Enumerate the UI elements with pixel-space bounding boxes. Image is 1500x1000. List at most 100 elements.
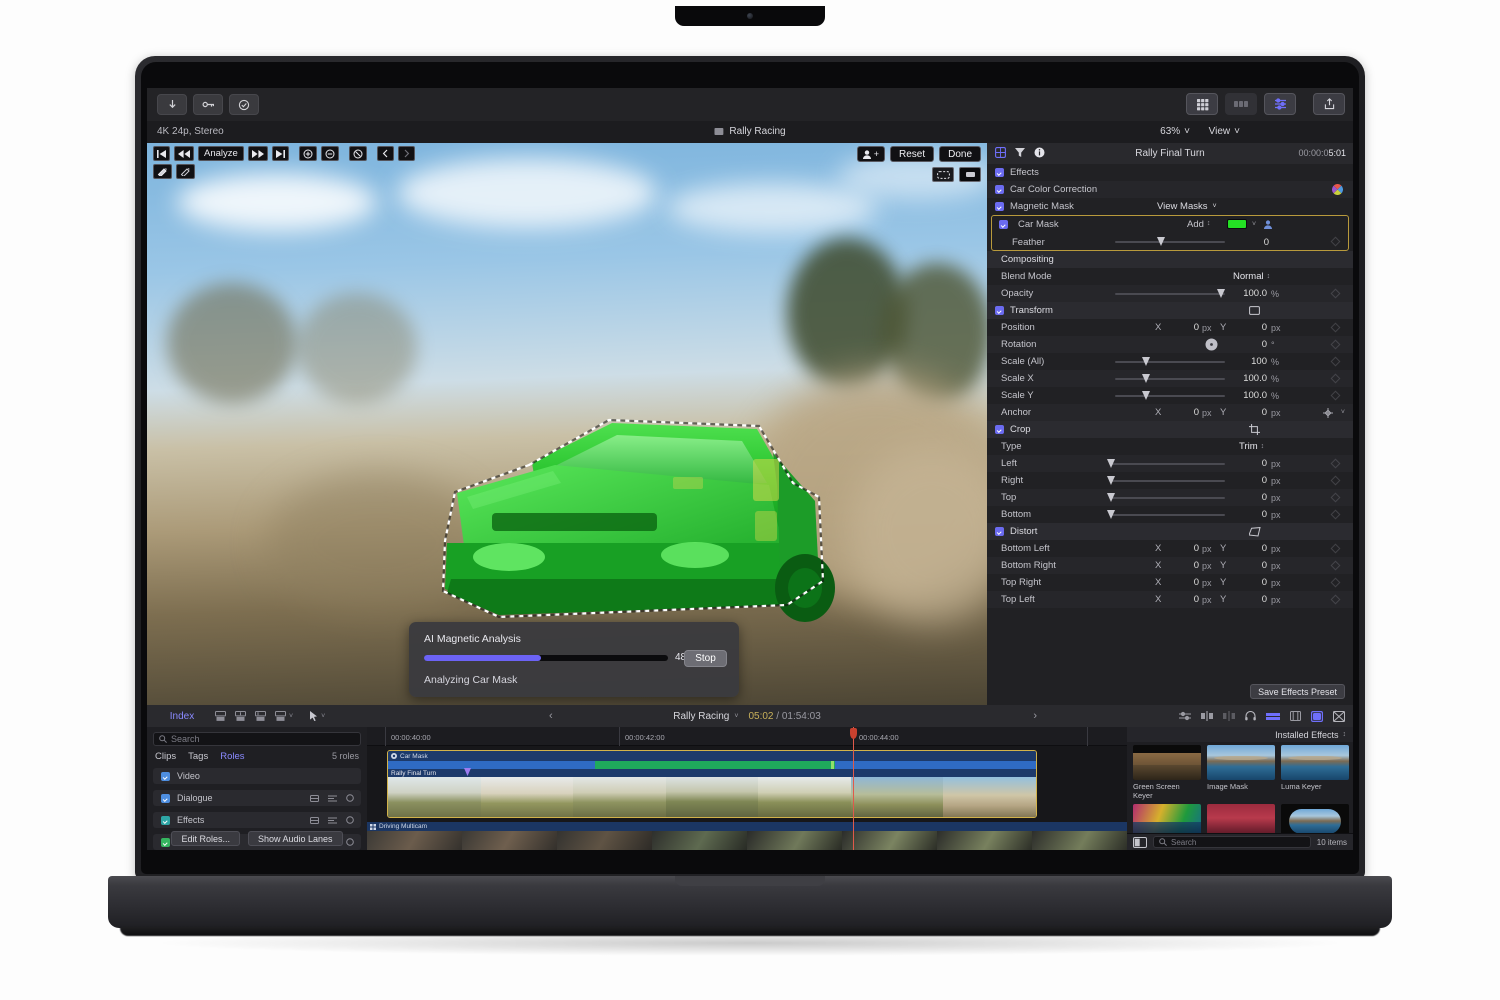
distort-bl-x[interactable]: 0: [1163, 543, 1199, 554]
crop-left-slider-track[interactable]: [1111, 463, 1225, 465]
effects-search-input[interactable]: Search: [1153, 836, 1311, 848]
distort-top-right-row[interactable]: Top Right X 0 px Y 0 px: [987, 574, 1353, 591]
step-backward-button[interactable]: [174, 146, 194, 161]
scale-x-value[interactable]: 100.0: [1223, 373, 1267, 384]
add-to-mask-button[interactable]: [298, 146, 317, 161]
car-mask-color-swatch[interactable]: [1227, 219, 1247, 229]
add-brush-tool-button[interactable]: [153, 164, 172, 179]
audio-meters-icon[interactable]: [1266, 712, 1280, 720]
keyword-editor-button[interactable]: [193, 94, 223, 115]
position-y-value[interactable]: 0: [1227, 322, 1267, 333]
previous-mask-button[interactable]: [376, 146, 394, 161]
scale-y-value[interactable]: 100.0: [1223, 390, 1267, 401]
car-mask-row[interactable]: Car Mask Add ↕ ˅: [987, 215, 1353, 233]
role-row-video[interactable]: Video: [153, 768, 361, 784]
keyframe-button[interactable]: [1330, 390, 1341, 401]
minimize-lane-icon[interactable]: [310, 816, 319, 824]
transform-checkbox[interactable]: [995, 306, 1004, 315]
color-wheel-icon[interactable]: [1332, 184, 1343, 195]
done-mask-button[interactable]: Done: [939, 146, 981, 162]
role-checkbox-dialogue[interactable]: [161, 793, 170, 803]
show-mask-overlay-button[interactable]: [932, 167, 954, 182]
effect-item[interactable]: Image Mask: [1207, 745, 1275, 800]
rotation-dial[interactable]: [1205, 338, 1218, 351]
color-correction-checkbox[interactable]: [995, 185, 1004, 194]
add-subject-button[interactable]: +: [856, 146, 885, 162]
index-search-input[interactable]: Search: [153, 732, 361, 746]
rotation-row[interactable]: Rotation 0 °: [987, 336, 1353, 353]
connect-clip-icon[interactable]: [255, 711, 266, 721]
scale-y-slider-track[interactable]: [1115, 395, 1225, 397]
crop-top-slider-track[interactable]: [1111, 497, 1225, 499]
sidebar-toggle-icon[interactable]: [1133, 836, 1147, 848]
keyframe-button[interactable]: [1330, 577, 1341, 588]
magnetic-mask-row[interactable]: Magnetic Mask View Masks ˅: [987, 198, 1353, 215]
anchor-y-value[interactable]: 0: [1227, 407, 1267, 418]
opacity-row[interactable]: Opacity 100.0 %: [987, 285, 1353, 302]
effects-checkbox[interactable]: [995, 168, 1004, 177]
car-mask-checkbox[interactable]: [999, 219, 1008, 229]
keyframe-button[interactable]: [1330, 373, 1341, 384]
crop-right-value[interactable]: 0: [1227, 475, 1267, 486]
solo-lane-icon[interactable]: [346, 816, 354, 824]
effects-browser-icon[interactable]: [1311, 710, 1323, 722]
crop-bottom-value[interactable]: 0: [1227, 509, 1267, 520]
crop-top-value[interactable]: 0: [1227, 492, 1267, 503]
share-button[interactable]: [1313, 93, 1345, 115]
timeline-project-menu[interactable]: Rally Racing ˅: [673, 711, 738, 722]
reset-mask-button[interactable]: Reset: [889, 146, 935, 162]
role-row-effects[interactable]: Effects: [153, 812, 361, 828]
timeline-clip-driving-multicam[interactable]: Driving Multicam: [367, 822, 1127, 850]
analyze-button[interactable]: Analyze: [198, 146, 244, 161]
scale-all-slider-track[interactable]: [1115, 361, 1225, 363]
effects-category-menu[interactable]: Installed Effects ↕: [1127, 727, 1353, 742]
distort-checkbox[interactable]: [995, 527, 1004, 536]
opacity-slider-track[interactable]: [1115, 293, 1225, 295]
effects-filter-icon[interactable]: [1015, 147, 1025, 158]
subtract-from-mask-button[interactable]: [320, 146, 339, 161]
edit-roles-button[interactable]: Edit Roles...: [171, 831, 240, 846]
mask-subject-icon[interactable]: [1264, 219, 1272, 229]
blend-mode-row[interactable]: Blend Mode Normal ↕: [987, 268, 1353, 285]
distort-top-left-row[interactable]: Top Left X 0 px Y 0 px: [987, 591, 1353, 608]
insert-clip-icon[interactable]: [235, 711, 246, 721]
playhead-knob[interactable]: [850, 728, 857, 739]
transform-onscreen-controls-icon[interactable]: [1249, 306, 1260, 315]
transform-section-header[interactable]: Transform: [987, 302, 1353, 319]
crop-bottom-slider-track[interactable]: [1111, 514, 1225, 516]
keyframe-button[interactable]: [1330, 492, 1341, 503]
view-masks-menu[interactable]: View Masks ˅: [1157, 201, 1217, 212]
position-row[interactable]: Position X 0 px Y 0 px: [987, 319, 1353, 336]
keyframe-button[interactable]: [1330, 356, 1341, 367]
clear-mask-button[interactable]: [348, 146, 367, 161]
tab-tags[interactable]: Tags: [188, 751, 208, 762]
timeline-ruler[interactable]: 00:00:40:00 00:00:42:00 00:00:44:00: [367, 727, 1127, 746]
role-checkbox-video[interactable]: [161, 771, 170, 781]
car-mask-effect-banner[interactable]: Car Mask: [388, 751, 1036, 761]
next-mask-button[interactable]: [397, 146, 415, 161]
crop-section-header[interactable]: Crop: [987, 421, 1353, 438]
crop-type-menu[interactable]: Trim ↕: [1239, 441, 1264, 452]
timeline-playhead[interactable]: [850, 727, 857, 850]
distort-tl-y[interactable]: 0: [1227, 594, 1267, 605]
align-edit-icon[interactable]: [1223, 711, 1235, 721]
timeline-history-forward-button[interactable]: ›: [1033, 710, 1037, 722]
keyframe-button[interactable]: [1330, 458, 1341, 469]
distort-bottom-left-row[interactable]: Bottom Left X 0 px Y 0 px: [987, 540, 1353, 557]
tab-clips[interactable]: Clips: [155, 751, 176, 762]
keyframe-button[interactable]: [1330, 594, 1341, 605]
distort-tr-x[interactable]: 0: [1163, 577, 1199, 588]
save-effects-preset-button[interactable]: Save Effects Preset: [1250, 684, 1345, 699]
opacity-value[interactable]: 100.0: [1225, 288, 1267, 299]
crop-left-row[interactable]: Left 0 px: [987, 455, 1353, 472]
effects-section-header[interactable]: Effects: [987, 164, 1353, 181]
keyframe-button[interactable]: [1330, 560, 1341, 571]
feather-slider-track[interactable]: [1115, 241, 1225, 243]
crop-checkbox[interactable]: [995, 425, 1004, 434]
distort-tr-y[interactable]: 0: [1227, 577, 1267, 588]
anchor-x-value[interactable]: 0: [1163, 407, 1199, 418]
rotation-value[interactable]: 0: [1227, 339, 1267, 350]
trim-edit-icon[interactable]: [1201, 711, 1213, 721]
go-to-end-button[interactable]: [271, 146, 289, 161]
focus-lane-icon[interactable]: [328, 795, 337, 802]
